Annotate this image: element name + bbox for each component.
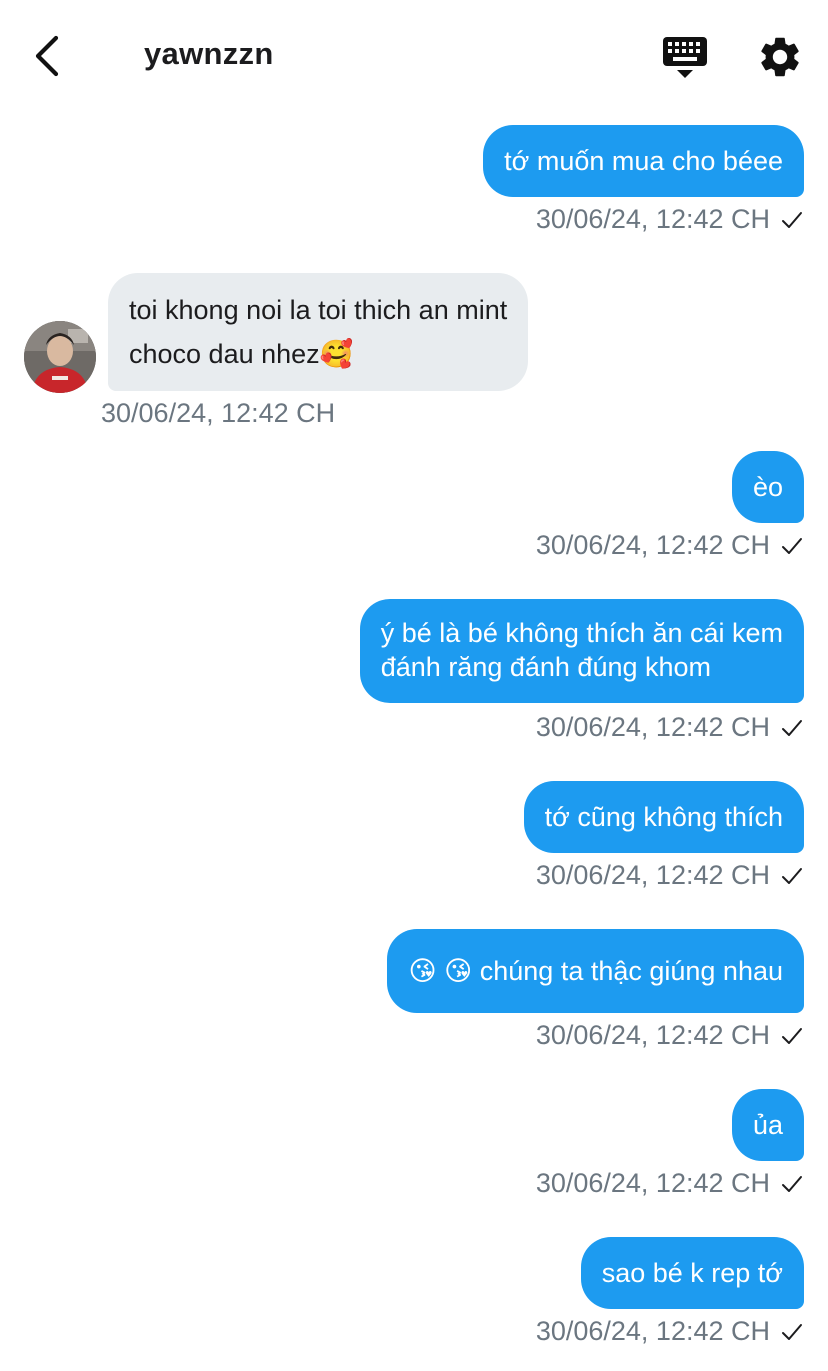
conversation-title[interactable]: yawnzzn <box>144 36 274 72</box>
message-timestamp: 30/06/24, 12:42 CH <box>535 1316 770 1346</box>
back-button[interactable] <box>22 30 72 82</box>
sent-check-icon <box>782 211 802 228</box>
message-text: tớ cũng không thích <box>544 802 783 832</box>
outgoing-message-bubble[interactable]: ý bé là bé không thích ăn cái kem đánh r… <box>359 599 804 703</box>
contact-avatar[interactable] <box>24 321 96 393</box>
message-timestamp: 30/06/24, 12:42 CH <box>535 712 770 742</box>
message-meta: 30/06/24, 12:42 CH <box>536 1316 804 1347</box>
chat-header: yawnzzn <box>0 0 828 112</box>
message-meta: 30/06/24, 12:42 CH <box>536 1168 804 1199</box>
message-timestamp: 30/06/24, 12:42 CH <box>535 1020 770 1050</box>
avatar-photo <box>24 321 96 393</box>
outgoing-message-bubble[interactable]: tớ muốn mua cho béee <box>483 125 804 197</box>
sent-check-icon <box>782 719 802 736</box>
outgoing-message-bubble[interactable]: sao bé k rep tớ <box>580 1237 804 1309</box>
message-meta: 30/06/24, 12:42 CH <box>536 712 804 743</box>
message-text: tớ muốn mua cho béee <box>504 146 783 176</box>
sent-check-icon <box>782 867 802 884</box>
sent-check-icon <box>782 1027 802 1044</box>
keyboard-shortcuts-button[interactable] <box>660 34 710 82</box>
sent-check-icon <box>782 1323 802 1340</box>
message-text-line: toi khong noi la toi thich an mint <box>129 295 508 325</box>
message-text-line: đánh răng đánh đúng khom <box>380 652 712 682</box>
message-timestamp: 30/06/24, 12:42 CH <box>535 860 770 890</box>
message-meta: 30/06/24, 12:42 CH <box>101 398 335 429</box>
message-meta: 30/06/24, 12:42 CH <box>536 530 804 561</box>
message-text: ủa <box>752 1110 783 1140</box>
settings-button[interactable] <box>756 33 804 81</box>
outgoing-message-bubble[interactable]: ủa <box>731 1089 804 1161</box>
message-text: sao bé k rep tớ <box>601 1258 783 1288</box>
chevron-left-icon <box>35 35 59 77</box>
keyboard-icon <box>663 37 707 78</box>
message-timestamp: 30/06/24, 12:42 CH <box>101 398 336 428</box>
message-text-line: ý bé là bé không thích ăn cái kem <box>380 618 783 648</box>
message-text-line: choco dau nhez🥰 <box>129 339 354 369</box>
incoming-message-bubble[interactable]: toi khong noi la toi thich an mint choco… <box>108 273 529 391</box>
message-meta: 30/06/24, 12:42 CH <box>536 1020 804 1051</box>
sent-check-icon <box>782 1175 802 1192</box>
message-timestamp: 30/06/24, 12:42 CH <box>535 1168 770 1198</box>
outgoing-message-bubble[interactable]: 😘 😘 chúng ta thậc giúng nhau <box>387 929 804 1013</box>
message-text: 😘 😘 chúng ta thậc giúng nhau <box>408 956 783 986</box>
outgoing-message-bubble[interactable]: tớ cũng không thích <box>523 781 804 853</box>
sent-check-icon <box>782 537 802 554</box>
message-timestamp: 30/06/24, 12:42 CH <box>535 530 770 560</box>
message-meta: 30/06/24, 12:42 CH <box>536 860 804 891</box>
gear-icon <box>761 37 799 77</box>
outgoing-message-bubble[interactable]: èo <box>731 451 804 523</box>
message-text: èo <box>752 472 783 502</box>
message-timestamp: 30/06/24, 12:42 CH <box>535 204 770 234</box>
message-list[interactable]: tớ muốn mua cho béee 30/06/24, 12:42 CH … <box>0 112 828 1371</box>
message-meta: 30/06/24, 12:42 CH <box>536 204 804 235</box>
